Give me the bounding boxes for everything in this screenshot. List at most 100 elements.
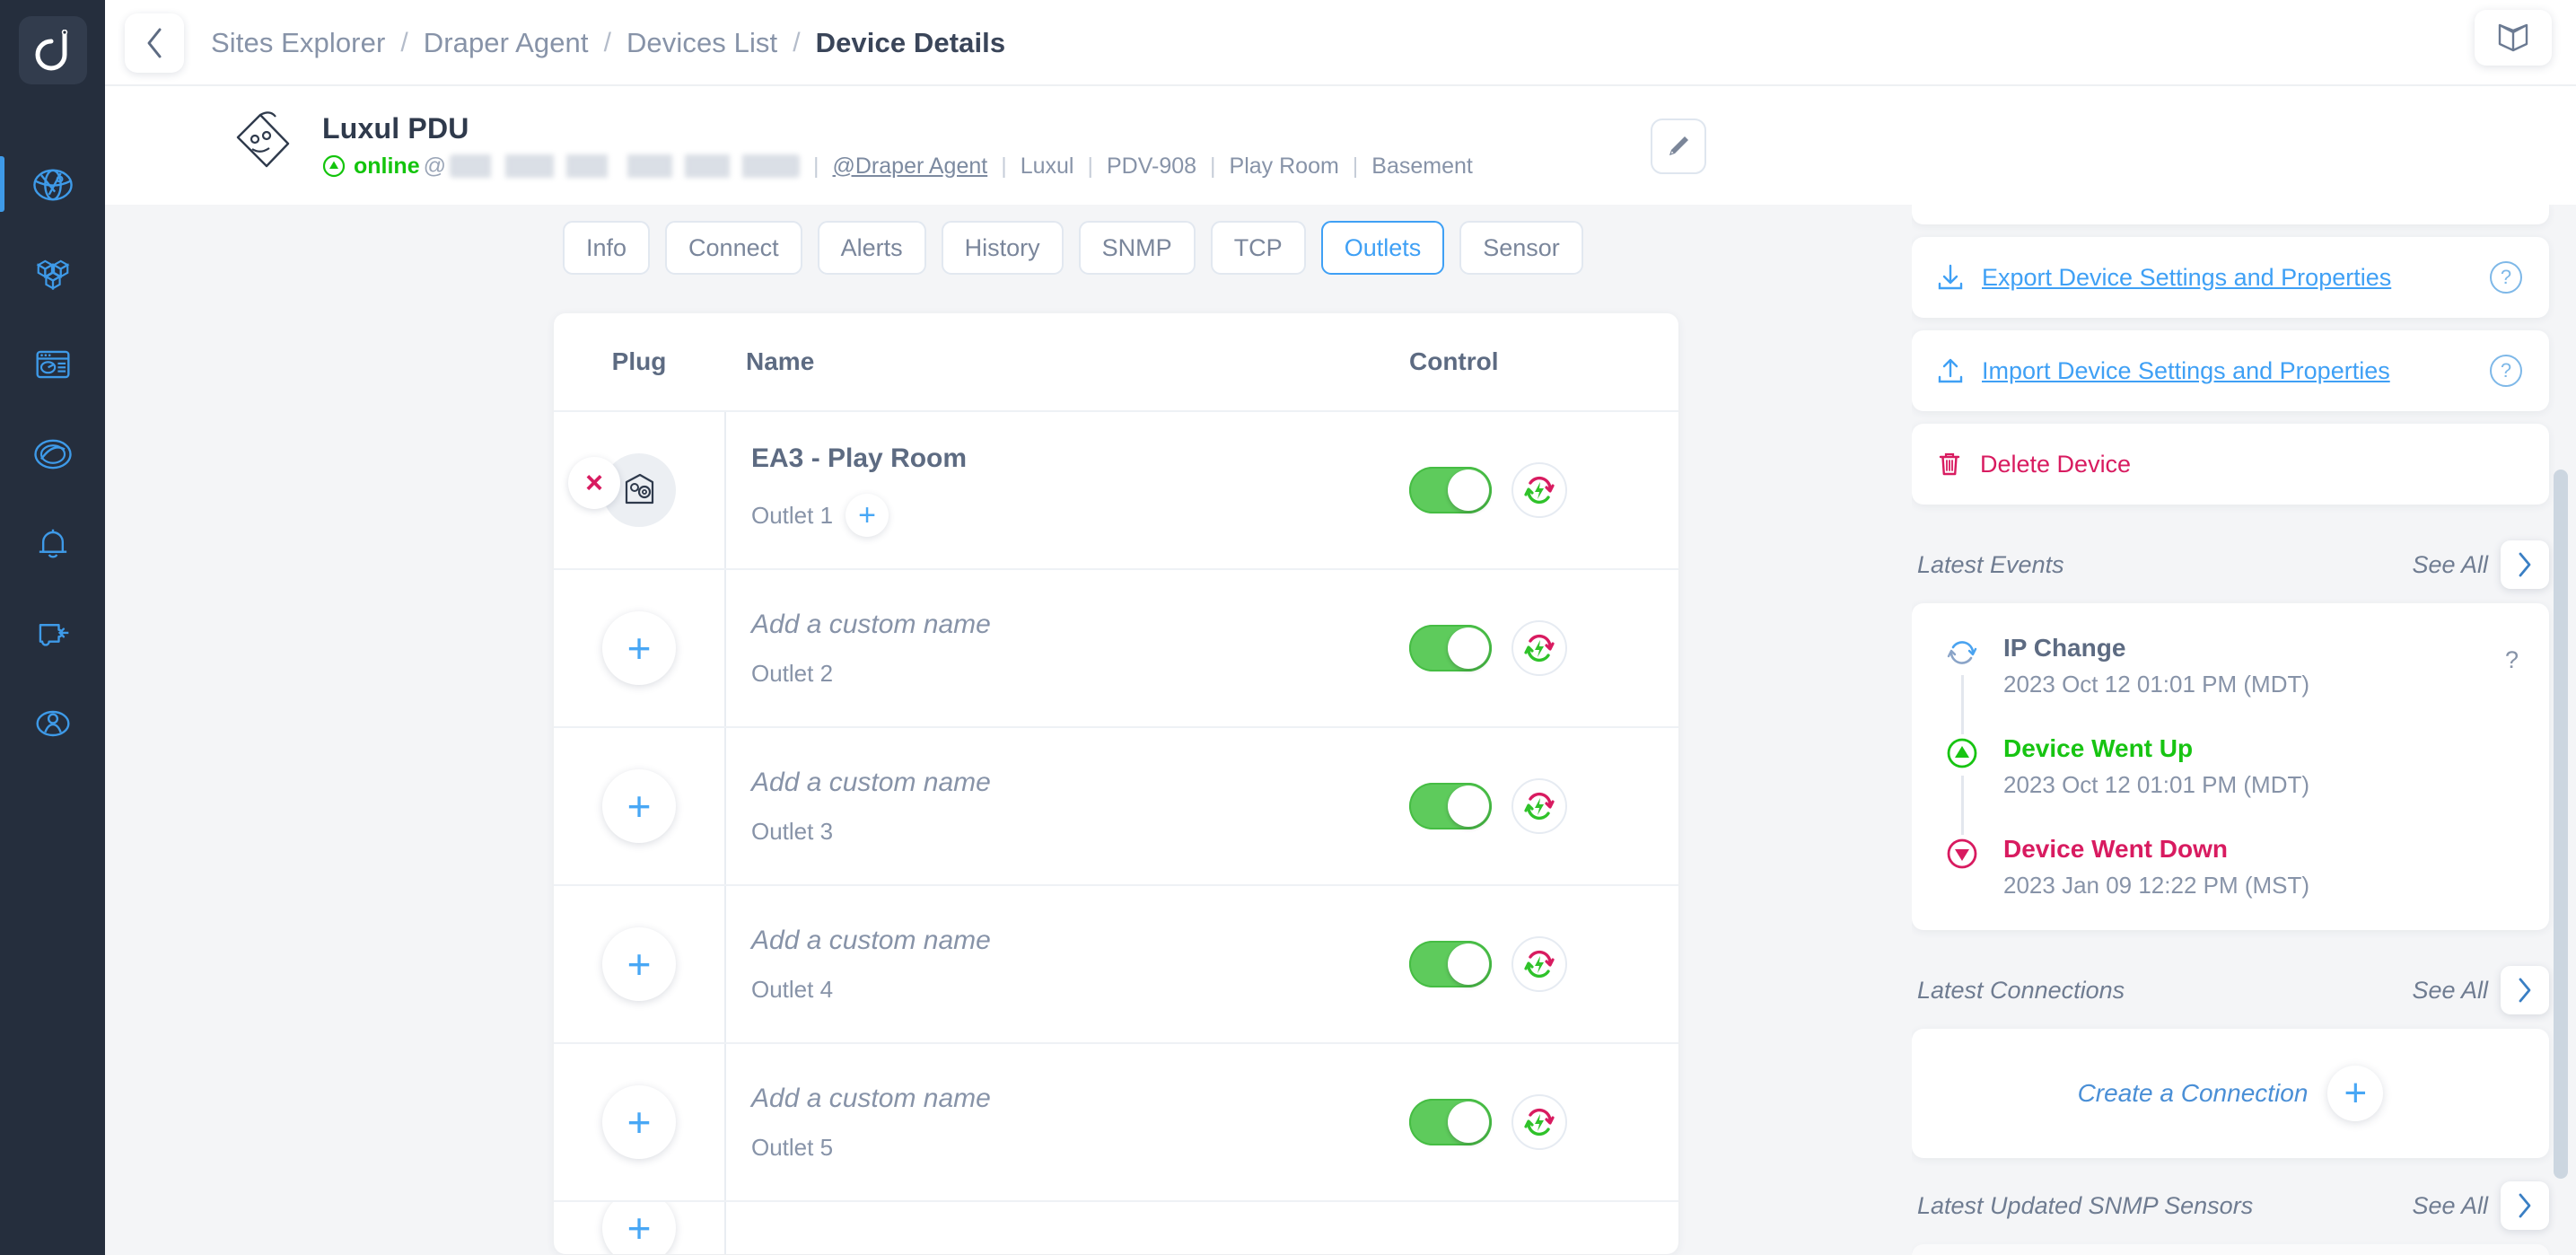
sidebar-item-monitoring[interactable] <box>0 409 105 499</box>
create-connection-label[interactable]: Create a Connection <box>2078 1079 2309 1108</box>
outlet-power-toggle[interactable] <box>1409 467 1492 513</box>
domotz-logo[interactable] <box>19 16 87 84</box>
outlet-name-cell: Add a custom name Outlet 2 <box>724 570 1409 726</box>
sidebar-item-integrations[interactable] <box>0 589 105 679</box>
outlet-add-button[interactable]: + <box>846 494 889 537</box>
export-settings-row[interactable]: Export Device Settings and Properties ? <box>1912 237 2549 318</box>
outlet-power-cycle-button[interactable] <box>1511 620 1567 676</box>
book-icon <box>2493 20 2533 56</box>
vertical-scrollbar[interactable] <box>2554 470 2568 1179</box>
event-body: Device Went Down 2023 Jan 09 12:22 PM (M… <box>2003 835 2519 900</box>
create-connection-button[interactable]: + <box>2327 1066 2383 1121</box>
list-item: IP Change 2023 Oct 12 01:01 PM (MDT) ? <box>1942 634 2519 734</box>
outlet-name[interactable]: Add a custom name <box>751 610 1409 640</box>
outlet-power-toggle[interactable] <box>1409 783 1492 829</box>
tab-snmp[interactable]: SNMP <box>1079 221 1196 275</box>
puzzle-icon <box>30 610 76 657</box>
table-row: + Add a custom name Outlet 2 <box>554 568 1678 726</box>
import-settings-link[interactable]: Import Device Settings and Properties <box>1982 357 2474 385</box>
sidebar-item-dashboard[interactable] <box>0 320 105 409</box>
table-row: + Add a custom name Outlet 5 <box>554 1042 1678 1200</box>
import-settings-row[interactable]: Import Device Settings and Properties ? <box>1912 330 2549 411</box>
redacted-ip-mac <box>450 154 800 178</box>
outlet-power-cycle-button[interactable] <box>1511 462 1567 518</box>
sidebar-item-inventory[interactable] <box>0 230 105 320</box>
outlet-power-cycle-button[interactable] <box>1511 1094 1567 1150</box>
event-help-icon[interactable]: ? <box>2505 646 2519 674</box>
meta-separator: | <box>1001 154 1007 180</box>
tab-sensor[interactable]: Sensor <box>1459 221 1583 275</box>
latest-snmp-sensors-chevron-button[interactable] <box>2501 1181 2549 1230</box>
delete-device-row[interactable]: Delete Device <box>1912 424 2549 505</box>
tab-connect[interactable]: Connect <box>665 221 802 275</box>
delete-device-card: Delete Device <box>1912 424 2549 505</box>
breadcrumb-item-devices-list[interactable]: Devices List <box>626 27 777 59</box>
tab-alerts[interactable]: Alerts <box>818 221 926 275</box>
outlet-name-cell: Add a custom name Outlet 4 <box>724 886 1409 1042</box>
power-cycle-icon <box>1521 1104 1557 1140</box>
latest-snmp-sensors-header: Latest Updated SNMP Sensors See All <box>1912 1158 2549 1244</box>
outlet-assign-button[interactable]: + <box>602 927 676 1001</box>
outlets-card: Plug Name Control <box>554 313 1678 1254</box>
breadcrumb-item-draper-agent[interactable]: Draper Agent <box>424 27 589 59</box>
events-timeline: IP Change 2023 Oct 12 01:01 PM (MDT) ? <box>1912 603 2549 930</box>
breadcrumb-item-sites-explorer[interactable]: Sites Explorer <box>211 27 385 59</box>
documentation-button[interactable] <box>2475 10 2552 66</box>
outlet-power-toggle[interactable] <box>1409 1099 1492 1145</box>
latest-connections-title: Latest Connections <box>1917 977 2412 1005</box>
event-body: IP Change 2023 Oct 12 01:01 PM (MDT) <box>2003 634 2484 698</box>
back-button[interactable] <box>125 13 184 73</box>
tab-tcp[interactable]: TCP <box>1211 221 1306 275</box>
sidebar-item-account[interactable] <box>0 679 105 768</box>
delete-device-link[interactable]: Delete Device <box>1980 451 2522 478</box>
outlet-assign-button[interactable]: + <box>602 1085 676 1159</box>
outlet-number-label: Outlet 3 <box>751 818 833 846</box>
device-agent-link[interactable]: @Draper Agent <box>833 154 988 180</box>
device-vendor[interactable]: Luxul <box>1021 154 1074 180</box>
outlet-name[interactable]: Add a custom name <box>751 768 1409 798</box>
device-type-icon <box>231 110 299 182</box>
outlet-power-cycle-button[interactable] <box>1511 778 1567 834</box>
sidebar-item-network[interactable] <box>0 140 105 230</box>
outlet-power-cycle-button[interactable] <box>1511 936 1567 992</box>
latest-connections-see-all[interactable]: See All <box>2412 977 2488 1005</box>
latest-snmp-sensors-see-all[interactable]: See All <box>2412 1192 2488 1220</box>
latest-events-see-all[interactable]: See All <box>2412 551 2488 579</box>
help-icon[interactable]: ? <box>2490 355 2522 387</box>
export-settings-link[interactable]: Export Device Settings and Properties <box>1982 264 2474 292</box>
device-room[interactable]: Play Room <box>1230 154 1339 180</box>
outlet-name-cell: Add a custom name Outlet 3 <box>724 728 1409 884</box>
arrow-up-circle-icon <box>322 154 346 178</box>
upload-icon <box>1935 355 1966 386</box>
outlet-control-cell <box>1409 936 1678 992</box>
outlet-name[interactable]: Add a custom name <box>751 926 1409 956</box>
sidebar-item-alerts[interactable] <box>0 499 105 589</box>
cubes-icon <box>30 251 76 298</box>
device-meta: online @ | @Draper Agent | Luxul | PDV-9… <box>322 154 1473 180</box>
logo-d-icon <box>35 30 71 71</box>
outlet-number-label: Outlet 2 <box>751 660 833 688</box>
device-tabs: Info Connect Alerts History SNMP TCP Out… <box>105 205 1912 275</box>
tab-outlets[interactable]: Outlets <box>1321 221 1445 275</box>
outlet-name[interactable]: EA3 - Play Room <box>751 443 1409 474</box>
outlet-plug-cell: + <box>554 1200 724 1254</box>
latest-connections-chevron-button[interactable] <box>2501 966 2549 1014</box>
outlet-assign-button[interactable]: + <box>602 769 676 843</box>
outlet-sub: Outlet 1 + <box>751 494 1409 537</box>
device-location[interactable]: Basement <box>1371 154 1473 180</box>
tab-info[interactable]: Info <box>563 221 650 275</box>
outlet-remove-badge[interactable]: × <box>568 457 620 509</box>
outlet-assign-button[interactable]: + <box>602 1200 676 1254</box>
outlet-name[interactable]: Add a custom name <box>751 1084 1409 1114</box>
outlet-assign-button[interactable]: + <box>602 611 676 685</box>
pencil-icon <box>1664 132 1693 161</box>
outlet-name-cell: Add a custom name Outlet 5 <box>724 1044 1409 1200</box>
help-icon[interactable]: ? <box>2490 261 2522 294</box>
tab-history[interactable]: History <box>942 221 1064 275</box>
outlet-power-toggle[interactable] <box>1409 625 1492 671</box>
outlet-power-toggle[interactable] <box>1409 941 1492 987</box>
edit-device-button[interactable] <box>1651 118 1706 174</box>
latest-events-chevron-button[interactable] <box>2501 540 2549 589</box>
device-model[interactable]: PDV-908 <box>1107 154 1196 180</box>
status-badge: online <box>354 154 420 180</box>
